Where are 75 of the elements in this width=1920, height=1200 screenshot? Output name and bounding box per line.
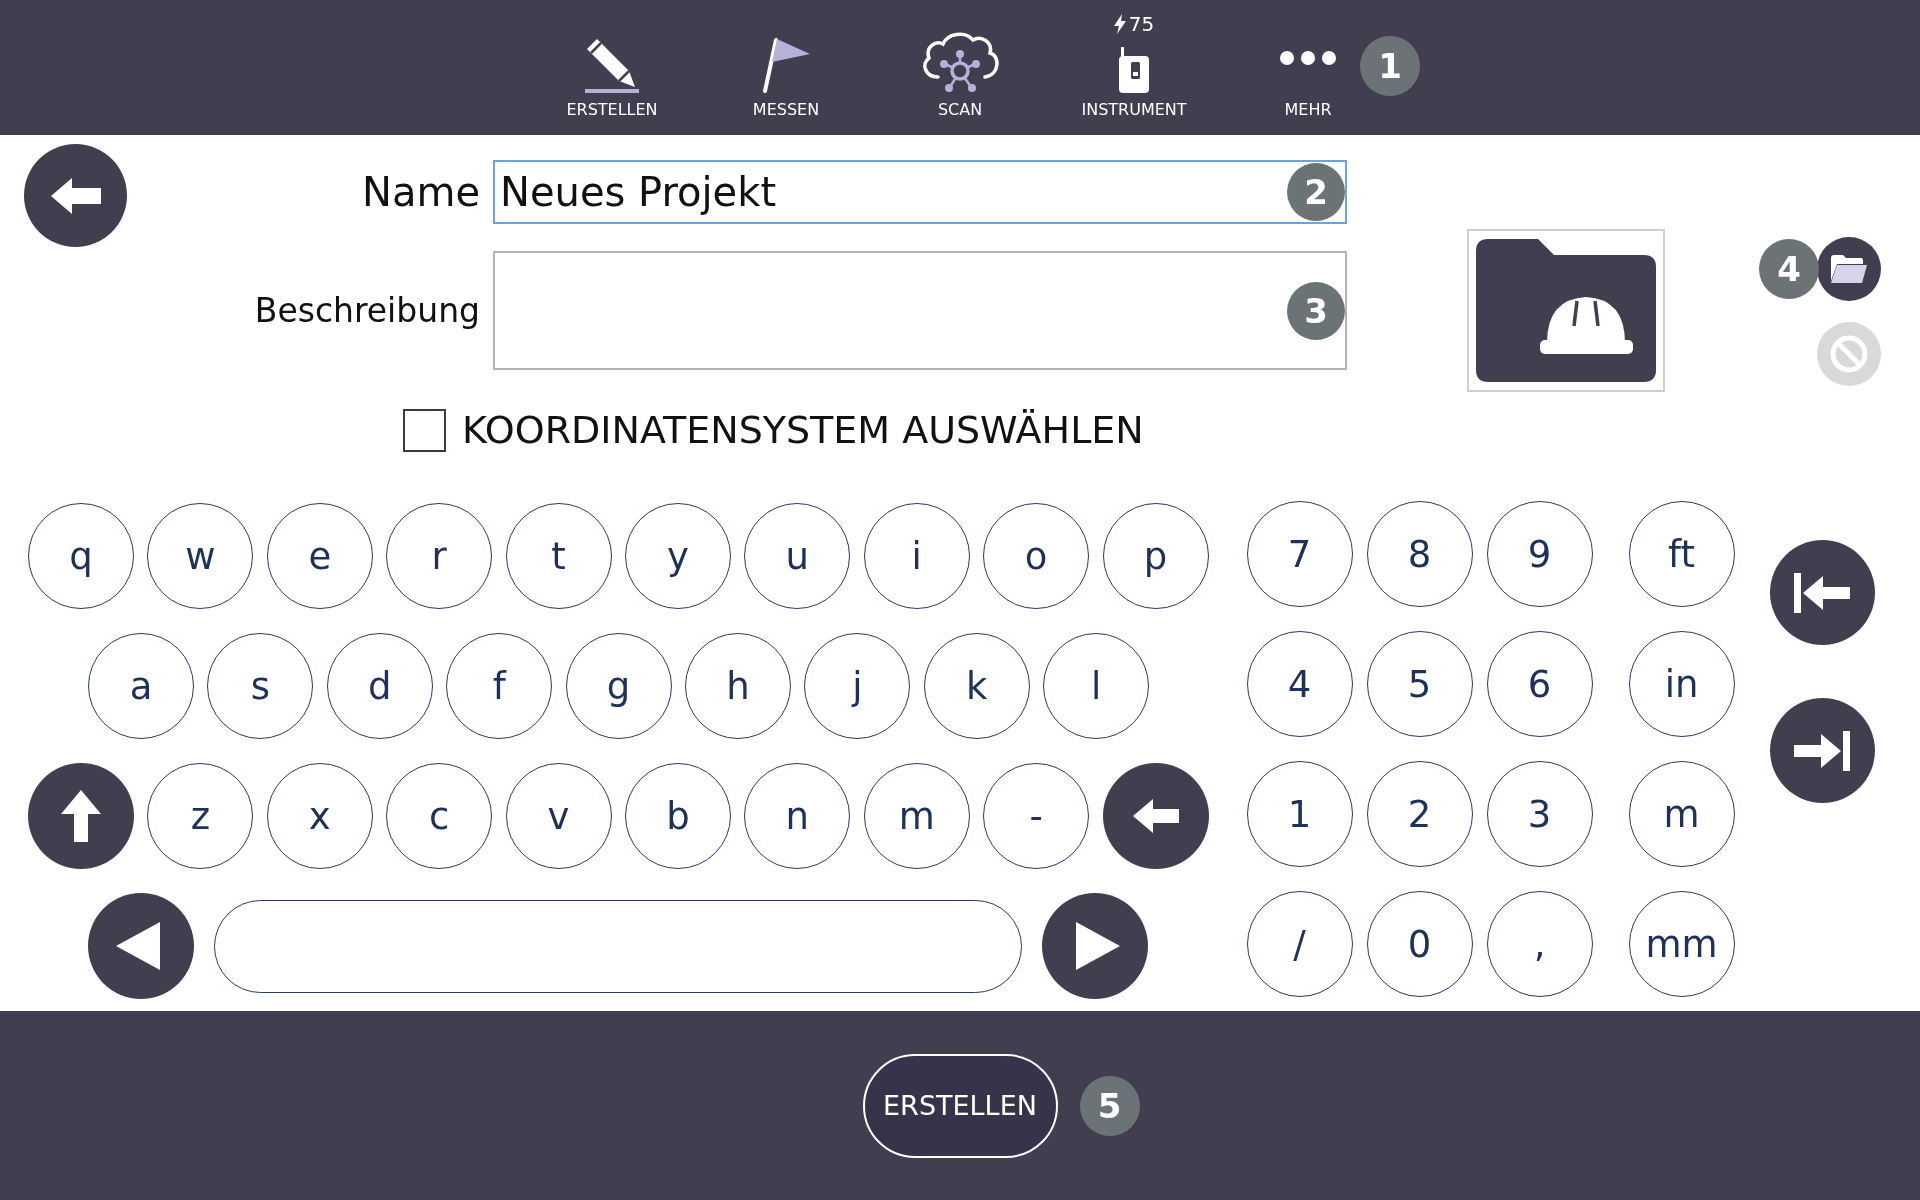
arrow-to-bar-left-icon <box>1794 572 1850 613</box>
keyboard-key[interactable]: s <box>207 633 314 739</box>
keyboard-key[interactable]: 1 <box>1246 761 1353 867</box>
keyboard-key[interactable]: 8 <box>1366 501 1473 607</box>
keyboard-key[interactable]: 2 <box>1366 761 1473 867</box>
keyboard-key[interactable]: 0 <box>1366 891 1473 997</box>
step-badge: 5 <box>1079 1075 1140 1136</box>
description-field[interactable] <box>493 251 1347 370</box>
cloud-network-icon <box>920 31 1000 93</box>
lightning-icon <box>1113 14 1126 34</box>
step-badge: 4 <box>1759 239 1819 299</box>
keyboard-key[interactable]: c <box>386 763 493 869</box>
unit-key[interactable]: mm <box>1628 891 1735 997</box>
keyboard-key[interactable]: 9 <box>1486 501 1593 607</box>
keyboard-key[interactable]: j <box>804 633 911 739</box>
keyboard-key[interactable]: i <box>863 503 970 609</box>
keyboard-key[interactable]: r <box>386 503 493 609</box>
keyboard-key[interactable]: g <box>565 633 672 739</box>
up-arrow-icon <box>61 790 101 842</box>
unit-key[interactable]: m <box>1628 761 1735 867</box>
keyboard-key[interactable]: 6 <box>1486 631 1593 737</box>
image-picker[interactable] <box>1467 229 1665 392</box>
left-arrow-icon <box>50 177 101 214</box>
more-icon <box>1280 51 1336 65</box>
toolbar-button[interactable]: INSTRUMENT <box>1081 47 1187 119</box>
arrow-to-bar-right-icon <box>1794 730 1850 771</box>
checkbox[interactable] <box>403 408 446 452</box>
keyboard-key[interactable]: w <box>147 503 254 609</box>
keyboard-key[interactable]: 4 <box>1246 631 1353 737</box>
toolbar-button[interactable]: SCAN <box>920 31 1000 119</box>
keyboard-key[interactable]: k <box>923 633 1030 739</box>
prohibited-icon <box>1829 334 1869 374</box>
keyboard-key[interactable]: 3 <box>1486 761 1593 867</box>
keyboard-key[interactable]: u <box>744 503 851 609</box>
folder-helmet-icon <box>1476 239 1656 382</box>
keyboard-key[interactable]: n <box>744 763 851 869</box>
keyboard-key[interactable]: m <box>863 763 970 869</box>
pencil-icon <box>585 37 639 93</box>
keyboard-key[interactable]: , <box>1486 891 1593 997</box>
toolbar-button[interactable]: MEHR <box>1280 51 1336 119</box>
keyboard-key[interactable]: v <box>505 763 612 869</box>
keyboard-key[interactable]: 7 <box>1246 501 1353 607</box>
charge-reading: 75 <box>1128 13 1155 35</box>
unit-key[interactable]: ft <box>1628 501 1735 607</box>
folder-icon <box>1831 255 1867 283</box>
flag-icon <box>761 37 811 93</box>
keyboard-key[interactable]: a <box>88 633 194 739</box>
keyboard-key[interactable]: d <box>326 633 433 739</box>
keyboard-key[interactable]: q <box>28 503 134 609</box>
keyboard-key[interactable]: h <box>684 633 791 739</box>
keyboard-key[interactable]: z <box>147 763 254 869</box>
keyboard-key[interactable]: l <box>1043 633 1150 739</box>
keyboard-key[interactable]: x <box>266 763 373 869</box>
keyboard-key[interactable]: e <box>266 503 373 609</box>
field-label: Beschreibung <box>254 291 480 330</box>
keyboard-key[interactable]: - <box>983 763 1090 869</box>
left-arrow-icon <box>1132 799 1179 833</box>
unit-key[interactable]: in <box>1628 631 1735 737</box>
toolbar-button[interactable]: ERSTELLEN <box>566 37 658 119</box>
toolbar-button[interactable]: MESSEN <box>752 37 820 119</box>
create-button[interactable]: ERSTELLEN <box>862 1053 1058 1158</box>
field-label: Name <box>362 169 480 215</box>
step-badge: 1 <box>1360 36 1420 96</box>
keyboard-key[interactable]: f <box>446 633 553 739</box>
right-triangle-icon <box>1076 922 1120 970</box>
keyboard-key[interactable]: y <box>624 503 731 609</box>
keyboard-key[interactable]: 5 <box>1366 631 1473 737</box>
keyboard-key[interactable]: t <box>505 503 612 609</box>
keyboard-key[interactable]: b <box>624 763 731 869</box>
keyboard-key[interactable]: o <box>983 503 1090 609</box>
keyboard-key[interactable]: p <box>1102 503 1209 609</box>
handheld-device-icon <box>1117 47 1151 93</box>
keyboard-key[interactable]: / <box>1246 891 1353 997</box>
checkbox-label: KOORDINATENSYSTEM AUSWÄHLEN <box>462 408 1144 452</box>
left-triangle-icon <box>116 922 160 970</box>
